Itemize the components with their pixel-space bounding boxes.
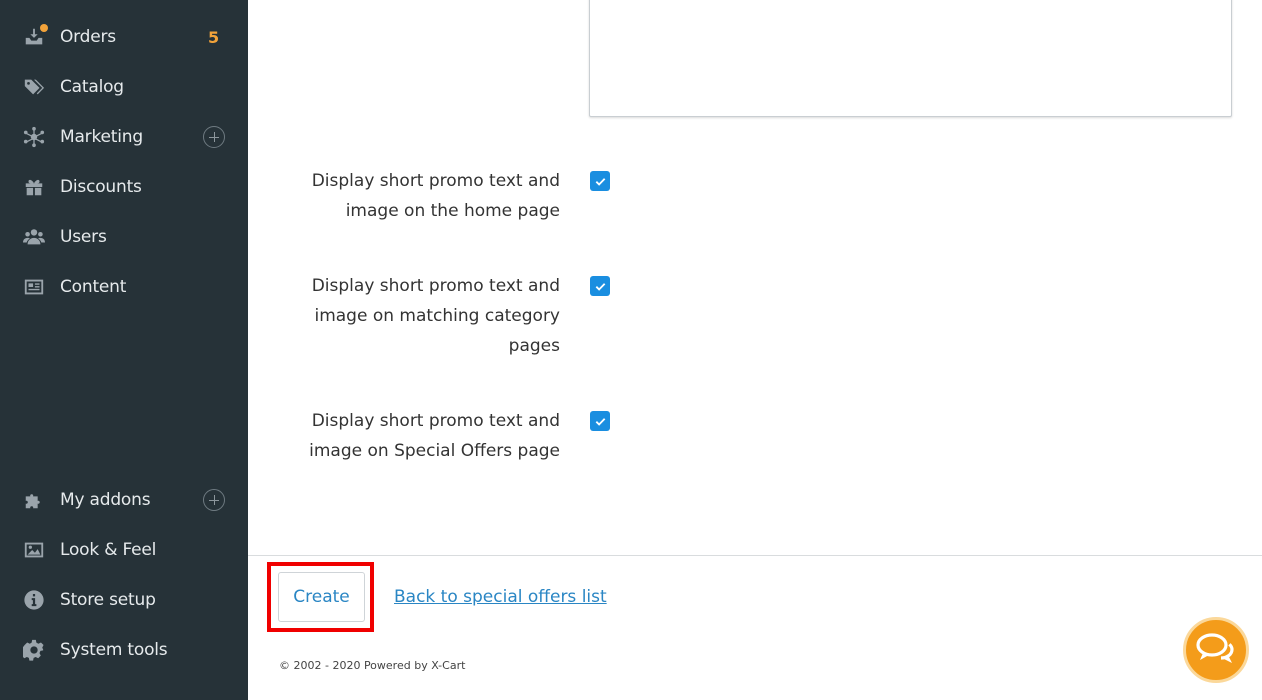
checkmark-icon (595, 177, 605, 186)
sidebar-item-marketing[interactable]: Marketing (0, 112, 248, 162)
sidebar-item-discounts[interactable]: Discounts (0, 162, 248, 212)
home-page-option-label: Display short promo text and image on th… (311, 171, 560, 221)
checkmark-icon (595, 282, 605, 291)
newspaper-icon (22, 275, 46, 299)
description-textarea[interactable] (589, 0, 1232, 117)
copyright-text: © 2002 - 2020 Powered by X-Cart (279, 659, 466, 672)
gear-icon (22, 638, 46, 662)
sidebar-item-users[interactable]: Users (0, 212, 248, 262)
sidebar-item-label: Orders (60, 27, 116, 47)
add-addon-icon[interactable] (203, 489, 225, 511)
sidebar-item-label: Discounts (60, 177, 142, 197)
sidebar: Orders 5 Catalog Marketing Discounts Use… (0, 0, 248, 700)
sidebar-item-store-setup[interactable]: Store setup (0, 575, 248, 625)
orders-count-badge: 5 (208, 27, 220, 47)
add-marketing-icon[interactable] (203, 126, 225, 148)
sidebar-item-label: Marketing (60, 127, 143, 147)
main-content: Display short promo text and image on th… (248, 0, 1262, 700)
sidebar-item-label: Users (60, 227, 107, 247)
tag-icon (22, 75, 46, 99)
category-pages-option-label: Display short promo text and image on ma… (311, 276, 560, 356)
sidebar-item-catalog[interactable]: Catalog (0, 62, 248, 112)
orders-icon (22, 24, 48, 49)
sidebar-item-look-feel[interactable]: Look & Feel (0, 525, 248, 575)
info-icon (22, 588, 46, 612)
sidebar-item-system-tools[interactable]: System tools (0, 625, 248, 675)
create-button[interactable]: Create (278, 572, 365, 622)
home-page-checkbox[interactable] (590, 171, 610, 191)
sidebar-item-label: Content (60, 277, 127, 297)
footer-divider (248, 555, 1262, 556)
sidebar-item-label: Look & Feel (60, 540, 157, 560)
sidebar-item-label: Store setup (60, 590, 156, 610)
back-to-offers-link[interactable]: Back to special offers list (394, 587, 607, 607)
sidebar-item-label: System tools (60, 640, 168, 660)
special-offers-option-label: Display short promo text and image on Sp… (309, 411, 560, 461)
sidebar-item-my-addons[interactable]: My addons (0, 475, 248, 525)
sidebar-item-label: My addons (60, 490, 151, 510)
checkmark-icon (595, 417, 605, 426)
puzzle-icon (22, 488, 46, 512)
gift-icon (22, 175, 46, 199)
chat-button[interactable] (1183, 617, 1249, 683)
category-pages-checkbox[interactable] (590, 276, 610, 296)
sidebar-item-content[interactable]: Content (0, 262, 248, 312)
chat-bubbles-icon (1196, 633, 1234, 663)
sidebar-item-orders[interactable]: Orders 5 (0, 12, 248, 62)
image-icon (22, 538, 46, 562)
network-icon (22, 125, 46, 149)
users-icon (22, 225, 46, 249)
special-offers-checkbox[interactable] (590, 411, 610, 431)
sidebar-item-label: Catalog (60, 77, 124, 97)
